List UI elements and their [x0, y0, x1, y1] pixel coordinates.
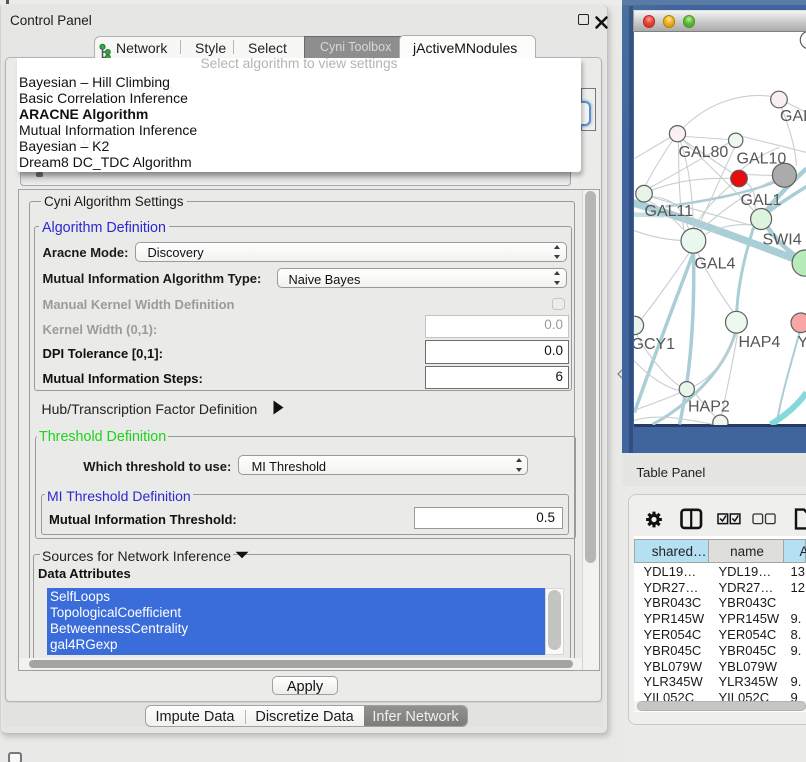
svg-text:GAL80: GAL80: [678, 144, 728, 161]
svg-text:GAL4: GAL4: [694, 255, 735, 272]
svg-text:SWI4: SWI4: [762, 231, 801, 248]
svg-text:GCY1: GCY1: [634, 336, 675, 353]
svg-text:GAL10: GAL10: [736, 150, 786, 167]
svg-text:GAL: GAL: [780, 108, 806, 125]
svg-text:Y: Y: [797, 334, 806, 351]
svg-text:HAP2: HAP2: [688, 398, 730, 415]
svg-text:HAP4: HAP4: [738, 334, 780, 351]
svg-text:GAL1: GAL1: [740, 192, 781, 209]
svg-text:GAL11: GAL11: [644, 203, 693, 220]
